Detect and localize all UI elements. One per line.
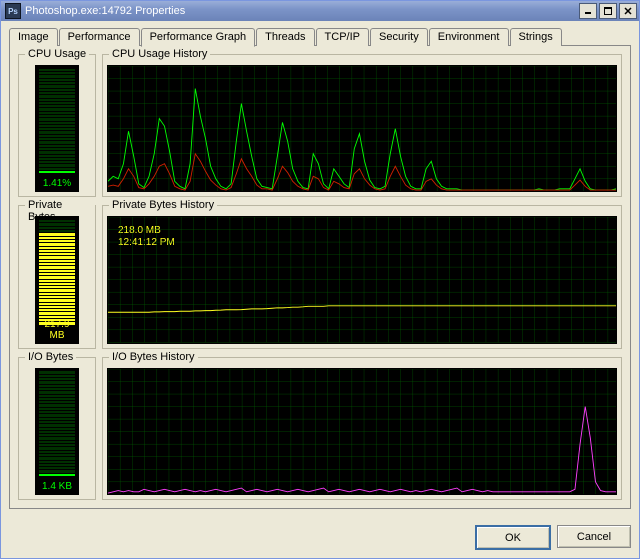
cpu-usage-legend: CPU Usage [25, 48, 89, 60]
io-history-group: I/O Bytes History [102, 357, 622, 500]
private-bytes-meter: 217.9 MB [35, 216, 79, 343]
private-bytes-history-chart: 218.0 MB 12:41:12 PM [107, 216, 617, 343]
tab-environment[interactable]: Environment [429, 28, 509, 46]
io-meter-group: I/O Bytes 1.4 KB [18, 357, 96, 500]
maximize-button[interactable] [599, 3, 617, 19]
app-icon: Ps [5, 3, 21, 19]
tab-panel-performance-graph: CPU Usage 1.41% CPU Usage History Privat… [9, 45, 631, 509]
io-legend: I/O Bytes [25, 351, 76, 363]
tab-strip: ImagePerformancePerformance GraphThreads… [9, 27, 631, 46]
titlebar[interactable]: Ps Photoshop.exe:14792 Properties [1, 1, 639, 21]
tab-security[interactable]: Security [370, 28, 428, 46]
window-title: Photoshop.exe:14792 Properties [25, 5, 577, 17]
cpu-history-group: CPU Usage History [102, 54, 622, 197]
private-bytes-row: Private Bytes 217.9 MB Private Bytes His… [18, 205, 622, 348]
properties-window: Ps Photoshop.exe:14792 Properties ImageP… [0, 0, 640, 559]
tab-image[interactable]: Image [9, 28, 58, 46]
io-row: I/O Bytes 1.4 KB I/O Bytes History [18, 357, 622, 500]
cpu-history-legend: CPU Usage History [109, 48, 210, 60]
cpu-row: CPU Usage 1.41% CPU Usage History [18, 54, 622, 197]
cpu-usage-meter: 1.41% [35, 65, 79, 192]
cpu-usage-meter-group: CPU Usage 1.41% [18, 54, 96, 197]
private-bytes-value: 217.9 MB [36, 319, 78, 341]
cpu-history-chart [107, 65, 617, 192]
io-meter: 1.4 KB [35, 368, 79, 495]
tab-performance-graph[interactable]: Performance Graph [141, 28, 256, 47]
cpu-usage-value: 1.41% [36, 178, 78, 189]
tab-performance[interactable]: Performance [59, 28, 140, 46]
window-body: ImagePerformancePerformance GraphThreads… [1, 21, 639, 517]
io-value: 1.4 KB [36, 481, 78, 492]
tab-threads[interactable]: Threads [256, 28, 314, 46]
ok-button[interactable]: OK [475, 525, 551, 550]
io-history-legend: I/O Bytes History [109, 351, 198, 363]
private-bytes-meter-group: Private Bytes 217.9 MB [18, 205, 96, 348]
private-bytes-history-group: Private Bytes History 218.0 MB 12:41:12 … [102, 205, 622, 348]
private-bytes-history-legend: Private Bytes History [109, 199, 217, 211]
tab-strings[interactable]: Strings [510, 28, 562, 46]
cancel-button[interactable]: Cancel [557, 525, 631, 548]
dialog-footer: OK Cancel [1, 517, 639, 558]
io-history-chart [107, 368, 617, 495]
minimize-button[interactable] [579, 3, 597, 19]
close-button[interactable] [619, 3, 637, 19]
tab-tcp-ip[interactable]: TCP/IP [316, 28, 369, 46]
